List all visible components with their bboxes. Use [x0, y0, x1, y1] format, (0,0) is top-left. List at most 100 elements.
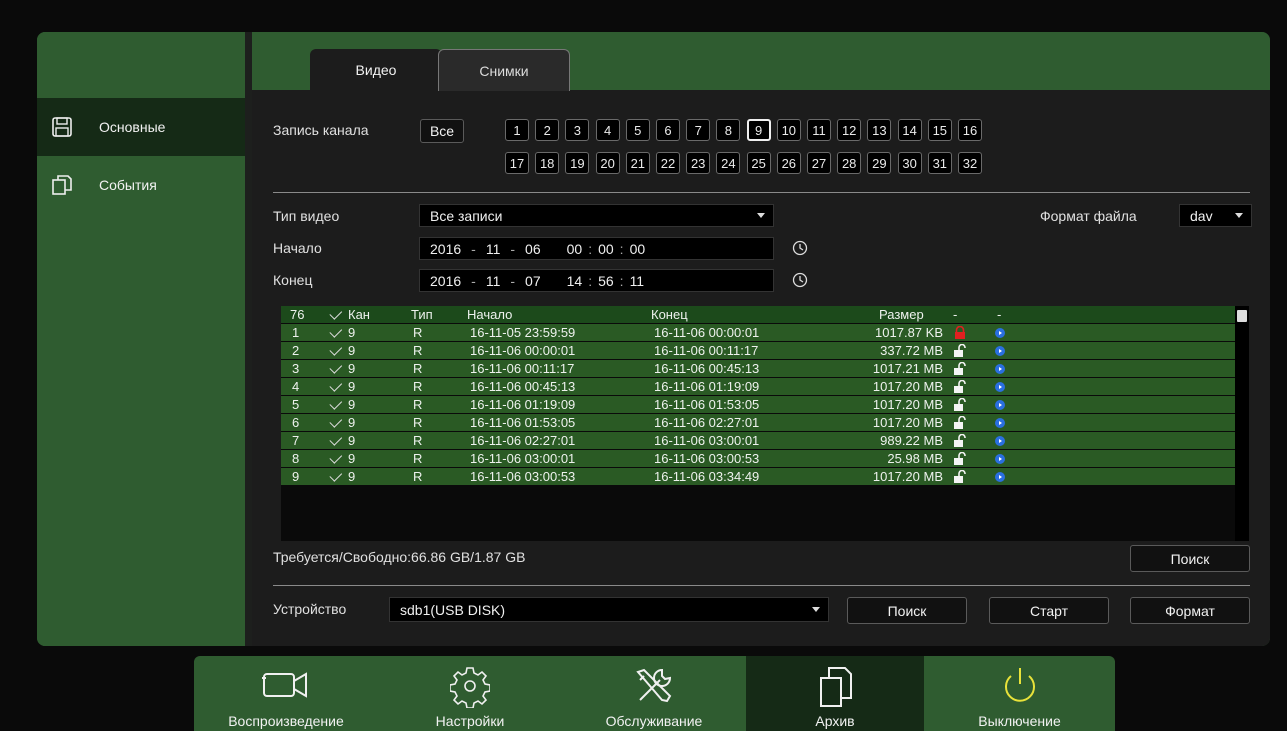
clock-icon[interactable]	[792, 272, 808, 288]
play-icon[interactable]	[995, 454, 1005, 464]
channel-25-button[interactable]: 25	[746, 152, 771, 174]
end-month[interactable]: 11	[486, 273, 501, 289]
table-row[interactable]: 5 9 R 16-11-06 01:19:09 16-11-06 01:53:05 101…	[281, 396, 1235, 414]
row-channel[interactable]: 9	[329, 469, 355, 484]
play-icon[interactable]	[995, 472, 1005, 482]
row-channel[interactable]: 9	[329, 361, 355, 376]
tab-snapshots[interactable]: Снимки	[438, 49, 570, 91]
all-channels-button[interactable]: Все	[420, 119, 464, 143]
lock-icon[interactable]	[953, 326, 967, 340]
row-channel[interactable]: 9	[329, 433, 355, 448]
sidebar-item-events[interactable]: События	[37, 156, 245, 214]
channel-29-button[interactable]: 29	[867, 152, 892, 174]
channel-14-button[interactable]: 14	[897, 119, 922, 141]
start-datetime-input[interactable]: 2016 - 11 - 06 00 : 00 : 00	[419, 237, 774, 260]
channel-32-button[interactable]: 32	[958, 152, 982, 174]
channel-1-button[interactable]: 1	[505, 119, 529, 141]
channel-13-button[interactable]: 13	[867, 119, 892, 141]
menu-icon[interactable]	[1237, 310, 1247, 322]
end-datetime-input[interactable]: 2016 - 11 - 07 14 : 56 : 11	[419, 269, 774, 292]
unlock-icon[interactable]	[953, 380, 967, 394]
channel-28-button[interactable]: 28	[837, 152, 862, 174]
unlock-icon[interactable]	[953, 416, 967, 430]
channel-27-button[interactable]: 27	[807, 152, 831, 174]
header-channel[interactable]: Кан	[329, 307, 370, 322]
channel-30-button[interactable]: 30	[897, 152, 922, 174]
channel-8-button[interactable]: 8	[716, 119, 741, 141]
start-button[interactable]: Старт	[989, 597, 1109, 624]
table-row[interactable]: 7 9 R 16-11-06 02:27:01 16-11-06 03:00:01 989…	[281, 432, 1235, 450]
channel-3-button[interactable]: 3	[565, 119, 590, 141]
start-minute[interactable]: 00	[598, 241, 614, 257]
row-channel[interactable]: 9	[329, 325, 355, 340]
nav-maintenance[interactable]: Обслуживание	[562, 656, 746, 731]
channel-18-button[interactable]: 18	[535, 152, 560, 174]
device-search-button[interactable]: Поиск	[847, 597, 967, 624]
channel-23-button[interactable]: 23	[686, 152, 711, 174]
play-icon[interactable]	[995, 328, 1005, 338]
play-icon[interactable]	[995, 364, 1005, 374]
channel-4-button[interactable]: 4	[595, 119, 620, 141]
channel-2-button[interactable]: 2	[535, 119, 560, 141]
channel-16-button[interactable]: 16	[958, 119, 982, 141]
end-day[interactable]: 07	[525, 273, 541, 289]
end-minute[interactable]: 56	[598, 273, 614, 289]
row-channel[interactable]: 9	[329, 451, 355, 466]
table-row[interactable]: 6 9 R 16-11-06 01:53:05 16-11-06 02:27:01 101…	[281, 414, 1235, 432]
play-icon[interactable]	[995, 400, 1005, 410]
table-row[interactable]: 3 9 R 16-11-06 00:11:17 16-11-06 00:45:13 101…	[281, 360, 1235, 378]
unlock-icon[interactable]	[953, 362, 967, 376]
play-icon[interactable]	[995, 436, 1005, 446]
channel-31-button[interactable]: 31	[927, 152, 952, 174]
nav-playback[interactable]: Воспроизведение	[194, 656, 378, 731]
row-channel[interactable]: 9	[329, 397, 355, 412]
nav-settings[interactable]: Настройки	[378, 656, 562, 731]
unlock-icon[interactable]	[953, 398, 967, 412]
sidebar-item-general[interactable]: Основные	[37, 98, 245, 156]
unlock-icon[interactable]	[953, 434, 967, 448]
row-channel[interactable]: 9	[329, 343, 355, 358]
clock-icon[interactable]	[792, 240, 808, 256]
channel-7-button[interactable]: 7	[686, 119, 711, 141]
row-channel[interactable]: 9	[329, 379, 355, 394]
play-icon[interactable]	[995, 346, 1005, 356]
table-row[interactable]: 1 9 R 16-11-05 23:59:59 16-11-06 00:00:01 101…	[281, 324, 1235, 342]
table-scrollbar[interactable]	[1235, 306, 1249, 541]
channel-26-button[interactable]: 26	[776, 152, 801, 174]
channel-10-button[interactable]: 10	[776, 119, 801, 141]
file-format-select[interactable]: dav	[1179, 204, 1252, 227]
nav-shutdown[interactable]: Выключение	[924, 656, 1115, 731]
channel-5-button[interactable]: 5	[625, 119, 650, 141]
table-row[interactable]: 2 9 R 16-11-06 00:00:01 16-11-06 00:11:17 337…	[281, 342, 1235, 360]
start-hour[interactable]: 00	[567, 241, 583, 257]
channel-19-button[interactable]: 19	[565, 152, 590, 174]
table-row[interactable]: 4 9 R 16-11-06 00:45:13 16-11-06 01:19:09 101…	[281, 378, 1235, 396]
channel-22-button[interactable]: 22	[656, 152, 680, 174]
end-year[interactable]: 2016	[430, 273, 461, 289]
channel-15-button[interactable]: 15	[927, 119, 952, 141]
table-row[interactable]: 8 9 R 16-11-06 03:00:01 16-11-06 03:00:53 25.…	[281, 450, 1235, 468]
start-month[interactable]: 11	[486, 241, 501, 257]
channel-6-button[interactable]: 6	[656, 119, 680, 141]
channel-11-button[interactable]: 11	[807, 119, 831, 141]
row-channel[interactable]: 9	[329, 415, 355, 430]
channel-20-button[interactable]: 20	[595, 152, 620, 174]
unlock-icon[interactable]	[953, 470, 967, 484]
unlock-icon[interactable]	[953, 344, 967, 358]
unlock-icon[interactable]	[953, 452, 967, 466]
format-button[interactable]: Формат	[1130, 597, 1250, 624]
start-year[interactable]: 2016	[430, 241, 461, 257]
channel-24-button[interactable]: 24	[716, 152, 741, 174]
end-second[interactable]: 11	[630, 273, 645, 289]
channel-12-button[interactable]: 12	[837, 119, 862, 141]
play-icon[interactable]	[995, 382, 1005, 392]
tab-video[interactable]: Видео	[310, 49, 442, 90]
table-row[interactable]: 9 9 R 16-11-06 03:00:53 16-11-06 03:34:49 101…	[281, 468, 1235, 486]
channel-21-button[interactable]: 21	[625, 152, 650, 174]
search-button[interactable]: Поиск	[1130, 545, 1250, 572]
play-icon[interactable]	[995, 418, 1005, 428]
nav-archive[interactable]: Архив	[746, 656, 924, 731]
channel-17-button[interactable]: 17	[505, 152, 529, 174]
video-type-select[interactable]: Все записи	[419, 204, 774, 227]
start-day[interactable]: 06	[525, 241, 541, 257]
